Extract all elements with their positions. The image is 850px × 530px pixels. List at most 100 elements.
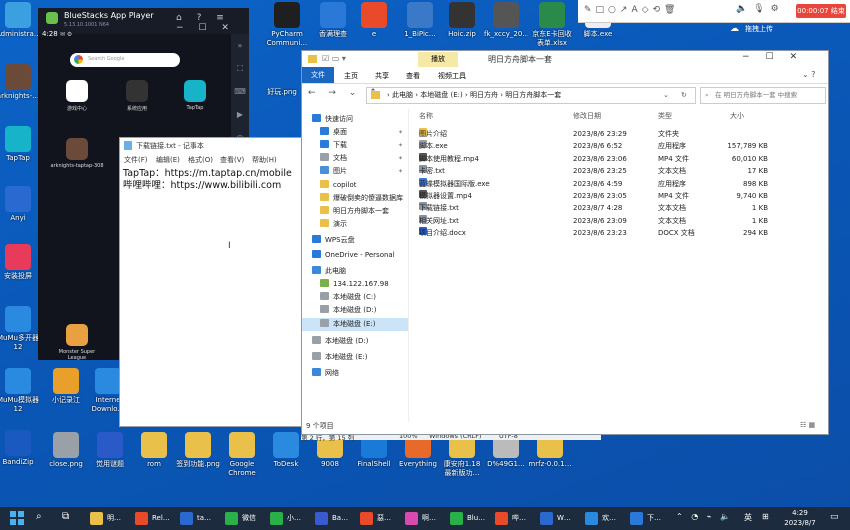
android-app-icon[interactable]: TapTap [168,80,222,111]
menu-format[interactable]: 格式(O) [188,155,213,165]
dropdown-icon[interactable]: ⌄ [663,88,669,103]
quick-access-toolbar[interactable]: ☑ ▭ ▾ [322,54,346,63]
nav-item[interactable]: WPS云盘 [302,234,408,247]
tab-share[interactable]: 共享 [375,71,389,81]
tab-home[interactable]: 主页 [344,71,358,81]
desktop-icon[interactable]: fk_xccy_20… [484,2,528,39]
nav-item[interactable]: 网络 [302,367,408,380]
file-row[interactable]: 项目介绍.docx 2023/8/6 23:23 DOCX 文档 294 KB [416,227,776,239]
crumb-drive[interactable]: 本地磁盘 (E:) [420,91,462,99]
file-row[interactable]: 脚本.exe 2023/8/6 6:52 应用程序 157,789 KB [416,140,776,152]
desktop-icon[interactable]: PyCharm Communi… [265,2,309,48]
ribbon-expand-icon[interactable]: ⌄ ? [802,70,816,79]
refresh-icon[interactable]: ↻ [681,88,687,103]
desktop-icon[interactable]: 小记录江 [44,368,88,405]
file-row[interactable]: 脚本使用教程.mp4 2023/8/6 23:06 MP4 文件 60,010 KB [416,152,776,165]
nav-item[interactable]: 桌面 ✦ [302,126,408,139]
desktop-icon-right[interactable]: 好玩.png [265,88,299,97]
desktop-icon[interactable]: Anyi [0,186,40,223]
tab-file[interactable]: 文件 [302,67,334,83]
explorer-window[interactable]: ☑ ▭ ▾ 播放 明日方舟脚本一套 −☐✕ 文件 主页 共享 查看 视频工具 ⌄… [301,50,829,435]
nav-item[interactable]: 图片 ✦ [302,165,408,178]
task-view-icon[interactable]: ⧉ [62,511,69,522]
android-app-icon[interactable]: 系统应用 [110,80,164,112]
col-name[interactable]: 名称 [419,111,433,121]
notification-icon[interactable]: ▭ [830,512,839,522]
nav-item[interactable]: 快速访问 [302,113,408,126]
file-row[interactable]: 模拟器设置.mp4 2023/8/6 23:05 MP4 文件 9,740 KB [416,190,776,202]
nav-item[interactable]: 演示 [302,218,408,231]
desktop-icon[interactable]: Google Chrome [220,432,264,478]
notepad-window[interactable]: 下载链接.txt - 记事本 文件(F) 编辑(E) 格式(O) 查看(V) 帮… [119,137,303,427]
ime-icon[interactable]: ⊞ [762,512,769,521]
nav-item[interactable]: 下载 ✦ [302,139,408,152]
desktop-icon[interactable]: rom [132,432,176,469]
col-size[interactable]: 大小 [730,111,744,121]
file-row[interactable]: 下载链接.txt 2023/8/7 4:28 文本文档 1 KB [416,202,776,214]
nav-item[interactable]: 文档 ✦ [302,152,408,165]
notepad-text-area[interactable]: TapTap：https://m.taptap.cn/mobile 哔哩哔哩：h… [123,168,301,408]
menu-edit[interactable]: 编辑(E) [156,155,180,165]
input-language[interactable]: 英 [744,512,752,523]
desktop-icon[interactable]: 签到功能.png [176,432,220,469]
context-tab-play[interactable]: 播放 [418,52,458,67]
clock[interactable]: 4:29 2023/8/7 [780,508,820,528]
window-controls[interactable]: −☐✕ [742,52,813,62]
android-app-icon[interactable]: arknights-taptap-308 [50,138,104,169]
desktop-icon[interactable]: MuMu多开器12 [0,306,40,352]
desktop-icon[interactable]: 安装投屏 [0,244,40,281]
desktop-icon[interactable]: Hoic.zip [440,2,484,39]
desktop-icon[interactable]: 觉用谜题 [88,432,132,469]
nav-item[interactable]: 本地磁盘 (E:) [302,318,408,331]
nav-item[interactable]: 本地磁盘 (D:) [302,335,408,348]
desktop-icon[interactable]: Administra… [0,2,40,39]
desktop-icon[interactable]: 1_BiPic… [398,2,442,39]
desktop-icon[interactable]: 香满理查 [311,2,355,39]
desktop-icon[interactable]: BandiZip [0,430,40,467]
menu-view[interactable]: 查看(V) [220,155,244,165]
desktop-icon[interactable]: close.png [44,432,88,469]
desktop-icon[interactable]: TapTap [0,126,40,163]
annotation-tools-icon[interactable]: ✎□○↗A◇⟲🗑 [584,5,679,15]
col-date[interactable]: 修改日期 [573,111,601,121]
desktop-icon[interactable]: 京东E卡回收 表单.xlsx [530,2,574,48]
nav-item[interactable]: OneDrive - Personal [302,249,408,262]
desktop-icon[interactable]: e [352,2,396,39]
col-type[interactable]: 类型 [658,111,672,121]
crumb-pc[interactable]: 此电脑 [392,91,413,99]
file-row[interactable]: 图片介绍 2023/8/6 23:29 文件夹 [416,128,776,140]
upload-hint[interactable]: ☁ 拖拽上传 [730,22,820,36]
search-icon[interactable]: ⌕ [36,511,42,522]
file-row[interactable]: 卡密.txt 2023/8/6 23:25 文本文档 17 KB [416,165,776,177]
address-bar[interactable]: › 此电脑 › 本地磁盘 (E:) › 明日方舟 › 明日方舟脚本一套 ⌄ ↻ [366,87,696,104]
crumb-current[interactable]: 明日方舟脚本一套 [505,91,561,99]
notepad-titlebar[interactable]: 下载链接.txt - 记事本 [120,138,302,153]
start-button[interactable] [10,511,24,525]
file-row[interactable]: 相关网址.txt 2023/8/6 23:09 文本文档 1 KB [416,214,776,227]
desktop-icon[interactable]: MuMu模拟器12 [0,368,40,414]
nav-item[interactable]: 本地磁盘 (C:) [302,291,408,304]
nav-item[interactable]: 134.122.167.98 [302,278,408,291]
nav-item[interactable]: 明日方舟脚本一套 [302,205,408,218]
tab-view[interactable]: 查看 [406,71,420,81]
view-toggle-icons[interactable]: ☷ ▦ [800,421,815,429]
stop-button[interactable]: 结束 [831,7,845,15]
menu-help[interactable]: 帮助(H) [252,155,277,165]
nav-item[interactable]: 本地磁盘 (D:) [302,304,408,317]
android-app-icon[interactable]: 游戏中心 [50,80,104,112]
android-search-bar[interactable]: Search Google [70,53,180,67]
audio-icons[interactable]: 🔈🎙⚙ [736,4,785,14]
tray-icons[interactable]: ⌃ ◔ ⌁ 🔈 [676,512,733,521]
nav-item[interactable]: copilot [302,179,408,192]
nav-item[interactable]: 此电脑 [302,265,408,278]
crumb-folder[interactable]: 明日方舟 [470,91,498,99]
tab-video-tools[interactable]: 视频工具 [438,71,466,81]
bluestacks-window-controls[interactable]: ⌂ ? ≡ − ☐ ✕ [176,13,249,33]
desktop-icon[interactable]: arknights-… [0,64,40,101]
search-input[interactable]: ⌕ 在 明日方舟脚本一套 中搜索 [700,87,826,104]
explorer-titlebar[interactable]: ☑ ▭ ▾ 播放 明日方舟脚本一套 −☐✕ [302,51,828,67]
nav-item[interactable]: 本地磁盘 (E:) [302,351,408,364]
android-app-icon[interactable]: Monster Super League [50,324,104,361]
nav-item[interactable]: 爆破倒卖的傻逼数据库 [302,192,408,205]
menu-file[interactable]: 文件(F) [124,155,148,165]
